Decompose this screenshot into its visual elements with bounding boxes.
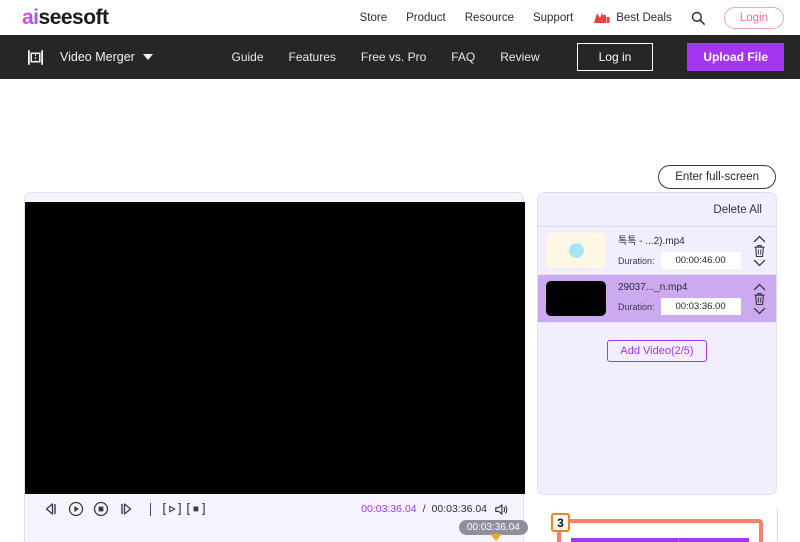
task-history-button[interactable] (714, 538, 749, 542)
video-player-card: 00:03:36.04 / 00:03:36.04 (24, 192, 525, 542)
set-end-icon[interactable] (187, 500, 205, 518)
clip-info: 톡톡 - ...2).mp4 Duration: 00:00:46.00 (618, 232, 748, 269)
upload-file-button[interactable]: Upload File (687, 43, 784, 71)
app-nav-guide[interactable]: Guide (232, 50, 264, 64)
clip-list-panel: Delete All 톡톡 - ...2).mp4 Duration: 00:0… (537, 192, 777, 495)
clip-duration-input[interactable]: 00:00:46.00 (660, 252, 741, 269)
tool-title[interactable]: Video Merger (60, 50, 153, 64)
clip-info: 29037..._n.mp4 Duration: 00:03:36.00 (618, 282, 748, 315)
stop-icon[interactable] (92, 500, 110, 518)
playhead-tooltip: 00:03:36.04 (459, 520, 528, 535)
current-time: 00:03:36.04 (361, 503, 417, 515)
clip-duration-label: Duration: (618, 301, 655, 312)
clip-duration-input[interactable]: 00:03:36.00 (660, 298, 741, 315)
top-navigation: Store Product Resource Support Best Deal… (360, 6, 784, 29)
top-nav-product[interactable]: Product (406, 12, 446, 24)
time-separator: / (422, 503, 426, 515)
best-deals-label: Best Deals (616, 11, 672, 24)
clip-thumbnail (546, 281, 606, 316)
clip-duration-row: Duration: 00:00:46.00 (618, 252, 748, 269)
set-start-icon[interactable] (163, 500, 181, 518)
app-navigation-bar: Video Merger Guide Features Free vs. Pro… (0, 35, 800, 79)
total-time: 00:03:36.04 (431, 503, 487, 515)
logo-prefix: ai (22, 6, 39, 29)
best-deals-icon (594, 12, 610, 23)
aiseesoft-logo[interactable]: aiseesoft (22, 7, 109, 28)
volume-icon[interactable] (493, 502, 508, 517)
add-video-row: Add Video(2/5) (538, 323, 776, 362)
clip-list-item[interactable]: 톡톡 - ...2).mp4 Duration: 00:00:46.00 (538, 227, 776, 275)
enter-fullscreen-button[interactable]: Enter full-screen (658, 165, 776, 189)
forward-frame-icon[interactable] (117, 500, 135, 518)
clip-actions (748, 235, 770, 267)
step-badge-3: 3 (551, 513, 570, 532)
top-nav-store[interactable]: Store (360, 12, 388, 24)
move-down-icon[interactable] (753, 259, 766, 267)
login-button[interactable]: Login (723, 6, 784, 29)
play-icon[interactable] (67, 500, 85, 518)
clip-filename: 29037..._n.mp4 (618, 282, 688, 293)
clip-list-header: Delete All (538, 193, 776, 227)
app-nav-free-vs-pro[interactable]: Free vs. Pro (361, 50, 426, 64)
top-nav-best-deals[interactable]: Best Deals (592, 11, 672, 24)
move-up-icon[interactable] (753, 235, 766, 243)
clip-list-item[interactable]: 29037..._n.mp4 Duration: 00:03:36.00 (538, 275, 776, 323)
save-button[interactable]: Save (571, 538, 679, 542)
clip-actions (748, 283, 770, 315)
tool-title-label: Video Merger (60, 50, 135, 64)
time-display: 00:03:36.04 / 00:03:36.04 (361, 502, 508, 517)
chevron-down-icon (142, 54, 153, 60)
top-nav-support[interactable]: Support (533, 12, 573, 24)
top-brand-bar: aiseesoft Store Product Resource Support… (0, 0, 800, 35)
workspace: Enter full-screen 00:03:36.04 / 00:03:36… (0, 79, 800, 542)
app-nav-links: Guide Features Free vs. Pro FAQ Review L… (232, 43, 784, 71)
output-settings-button[interactable] (679, 538, 714, 542)
save-highlight-box: Save (557, 519, 763, 542)
app-login-button[interactable]: Log in (576, 43, 654, 71)
move-up-icon[interactable] (753, 283, 766, 291)
player-controls: 00:03:36.04 / 00:03:36.04 (25, 494, 525, 524)
clip-filename: 톡톡 - ...2).mp4 (618, 236, 685, 247)
controls-divider (150, 502, 151, 516)
playhead-marker-icon (490, 534, 502, 541)
add-video-button[interactable]: Add Video(2/5) (607, 340, 707, 362)
move-down-icon[interactable] (753, 307, 766, 315)
delete-clip-icon[interactable] (753, 292, 766, 306)
app-nav-review[interactable]: Review (500, 50, 539, 64)
top-nav-resource[interactable]: Resource (465, 12, 514, 24)
clip-thumbnail (546, 233, 606, 268)
clip-duration-label: Duration: (618, 255, 655, 266)
video-merger-icon (28, 49, 43, 65)
delete-clip-icon[interactable] (753, 244, 766, 258)
clip-duration-row: Duration: 00:03:36.00 (618, 298, 748, 315)
app-nav-faq[interactable]: FAQ (451, 50, 475, 64)
rewind-frame-icon[interactable] (42, 500, 60, 518)
video-preview[interactable] (25, 202, 525, 494)
logo-rest: seesoft (38, 6, 110, 29)
panel-divider (777, 509, 778, 542)
search-icon[interactable] (691, 11, 705, 25)
save-button-group: Save (571, 538, 749, 542)
video-canvas[interactable] (25, 202, 525, 494)
delete-all-button[interactable]: Delete All (713, 204, 762, 216)
app-nav-features[interactable]: Features (289, 50, 336, 64)
